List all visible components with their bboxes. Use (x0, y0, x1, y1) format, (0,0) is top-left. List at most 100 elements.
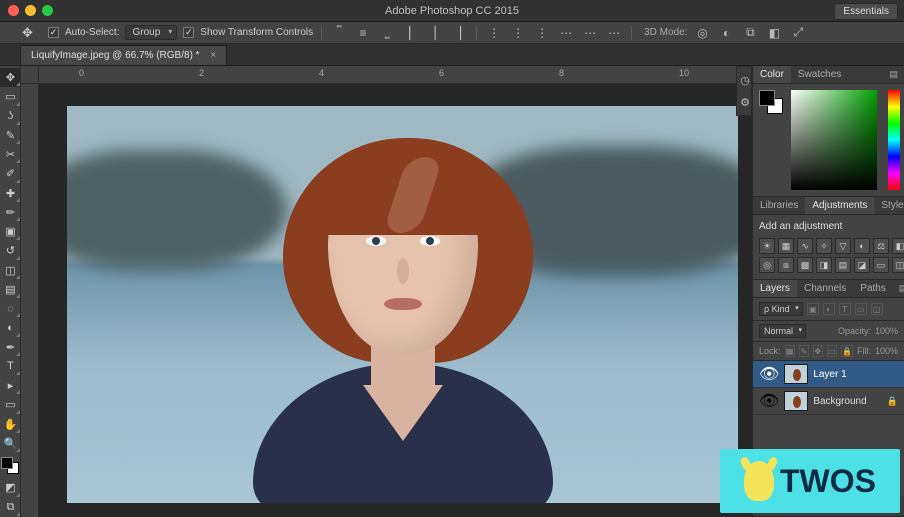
horizontal-ruler[interactable]: 0 2 4 6 8 10 (39, 66, 752, 84)
tab-paths[interactable]: Paths (853, 280, 893, 297)
tab-color[interactable]: Color (753, 66, 791, 83)
gradient-map-icon[interactable]: ▭ (873, 257, 889, 273)
marquee-tool[interactable]: ▭ (0, 87, 21, 106)
lock-transparent-icon[interactable]: ▦ (785, 345, 795, 357)
zoom-window-icon[interactable] (42, 5, 53, 16)
tab-libraries[interactable]: Libraries (753, 197, 805, 214)
auto-select-checkbox[interactable] (48, 27, 59, 38)
filter-shape-icon[interactable]: ▭ (855, 303, 867, 315)
color-swatch-control[interactable] (759, 90, 783, 114)
close-tab-icon[interactable]: × (210, 50, 216, 61)
eraser-tool[interactable]: ◫ (0, 261, 21, 280)
color-lookup-icon[interactable]: ▩ (797, 257, 813, 273)
3d-orbit-icon[interactable]: ◎ (693, 24, 711, 42)
quick-mask-tool[interactable]: ◩ (0, 478, 21, 497)
tab-channels[interactable]: Channels (797, 280, 853, 297)
filter-adjust-icon[interactable]: ◐ (823, 303, 835, 315)
align-left-icon[interactable]: ⎢ (402, 24, 420, 42)
minimize-window-icon[interactable] (25, 5, 36, 16)
channel-mixer-icon[interactable]: ⧈ (778, 257, 794, 273)
3d-slide-icon[interactable]: ◧ (765, 24, 783, 42)
crop-tool[interactable]: ✂ (0, 145, 21, 164)
blend-mode-dropdown[interactable]: Normal (759, 324, 806, 338)
distribute-vcenter-icon[interactable]: ⋮ (509, 24, 527, 42)
show-transform-checkbox[interactable] (183, 27, 194, 38)
visibility-toggle-icon[interactable]: 👁 (759, 391, 779, 411)
foreground-swatch[interactable] (759, 90, 775, 106)
path-select-tool[interactable]: ▸ (0, 376, 21, 395)
invert-icon[interactable]: ◨ (816, 257, 832, 273)
panel-menu-icon[interactable]: ▤ (883, 66, 904, 83)
layer-row[interactable]: 👁 Layer 1 (753, 361, 904, 388)
eyedropper-tool[interactable]: ✐ (0, 164, 21, 183)
workspace-button[interactable]: Essentials (834, 3, 898, 20)
3d-scale-icon[interactable]: ⤢ (789, 24, 807, 42)
layer-thumbnail[interactable] (784, 391, 808, 411)
vibrance-icon[interactable]: ▽ (835, 238, 851, 254)
panel-menu-icon[interactable]: ▤ (893, 280, 904, 297)
selective-color-icon[interactable]: ◫ (892, 257, 904, 273)
healing-brush-tool[interactable]: ✚ (0, 184, 21, 203)
posterize-icon[interactable]: ▤ (835, 257, 851, 273)
history-panel-icon[interactable]: ◷ (737, 69, 753, 91)
tab-styles[interactable]: Styles (874, 197, 904, 214)
hand-tool[interactable]: ✋ (0, 415, 21, 434)
brightness-contrast-icon[interactable]: ☀ (759, 238, 775, 254)
filter-type-icon[interactable]: T (839, 303, 851, 315)
layer-name[interactable]: Layer 1 (813, 369, 846, 380)
color-balance-icon[interactable]: ⚖ (873, 238, 889, 254)
distribute-left-icon[interactable]: ⋯ (557, 24, 575, 42)
vertical-ruler[interactable] (21, 84, 39, 517)
hue-slider[interactable] (888, 90, 900, 190)
tab-layers[interactable]: Layers (753, 280, 797, 297)
layer-name[interactable]: Background (813, 396, 866, 407)
align-top-icon[interactable]: ⎴ (330, 24, 348, 42)
ruler-origin[interactable] (21, 66, 39, 84)
filter-smart-icon[interactable]: ◫ (871, 303, 883, 315)
move-tool[interactable]: ✥ (0, 68, 21, 87)
align-hcenter-icon[interactable]: ⎪ (426, 24, 444, 42)
fill-value[interactable]: 100% (875, 346, 898, 356)
distribute-bottom-icon[interactable]: ⋮ (533, 24, 551, 42)
auto-select-mode-dropdown[interactable]: Group (125, 25, 177, 40)
color-field[interactable] (791, 90, 877, 190)
levels-icon[interactable]: ▦ (778, 238, 794, 254)
zoom-tool[interactable]: 🔍 (0, 434, 21, 453)
align-vcenter-icon[interactable]: ≡ (354, 24, 372, 42)
document-canvas[interactable] (67, 106, 738, 503)
visibility-toggle-icon[interactable]: 👁 (759, 364, 779, 384)
curves-icon[interactable]: ∿ (797, 238, 813, 254)
screen-mode-tool[interactable]: ⧉ (0, 498, 21, 517)
foreground-background-colors[interactable] (1, 457, 19, 474)
quick-select-tool[interactable]: ✎ (0, 126, 21, 145)
brush-tool[interactable]: ✏ (0, 203, 21, 222)
hue-sat-icon[interactable]: ◐ (854, 238, 870, 254)
photo-filter-icon[interactable]: ◎ (759, 257, 775, 273)
properties-panel-icon[interactable]: ⚙ (737, 91, 753, 113)
type-tool[interactable]: T (0, 357, 21, 376)
3d-roll-icon[interactable]: ◐ (717, 24, 735, 42)
distribute-top-icon[interactable]: ⋮ (485, 24, 503, 42)
3d-pan-icon[interactable]: ⧉ (741, 24, 759, 42)
layer-row[interactable]: 👁 Background 🔒 (753, 388, 904, 415)
distribute-right-icon[interactable]: ⋯ (605, 24, 623, 42)
filter-image-icon[interactable]: ▣ (807, 303, 819, 315)
dodge-tool[interactable]: ◐ (0, 318, 21, 337)
tab-adjustments[interactable]: Adjustments (805, 197, 874, 214)
align-right-icon[interactable]: ⎥ (450, 24, 468, 42)
clone-stamp-tool[interactable]: ▣ (0, 222, 21, 241)
pen-tool[interactable]: ✒ (0, 338, 21, 357)
foreground-color-swatch[interactable] (1, 457, 13, 469)
history-brush-tool[interactable]: ↺ (0, 241, 21, 260)
bw-icon[interactable]: ◧ (892, 238, 904, 254)
shape-tool[interactable]: ▭ (0, 395, 21, 414)
lock-pixels-icon[interactable]: ✎ (799, 345, 809, 357)
distribute-hcenter-icon[interactable]: ⋯ (581, 24, 599, 42)
lasso-tool[interactable]: ʖ (0, 107, 21, 126)
align-bottom-icon[interactable]: ⎵ (378, 24, 396, 42)
lock-position-icon[interactable]: ✥ (813, 345, 823, 357)
gradient-tool[interactable]: ▤ (0, 280, 21, 299)
lock-all-icon[interactable]: 🔒 (841, 345, 853, 357)
document-tab[interactable]: LiquifyImage.jpeg @ 66.7% (RGB/8) * × (20, 45, 227, 65)
opacity-value[interactable]: 100% (875, 326, 898, 336)
